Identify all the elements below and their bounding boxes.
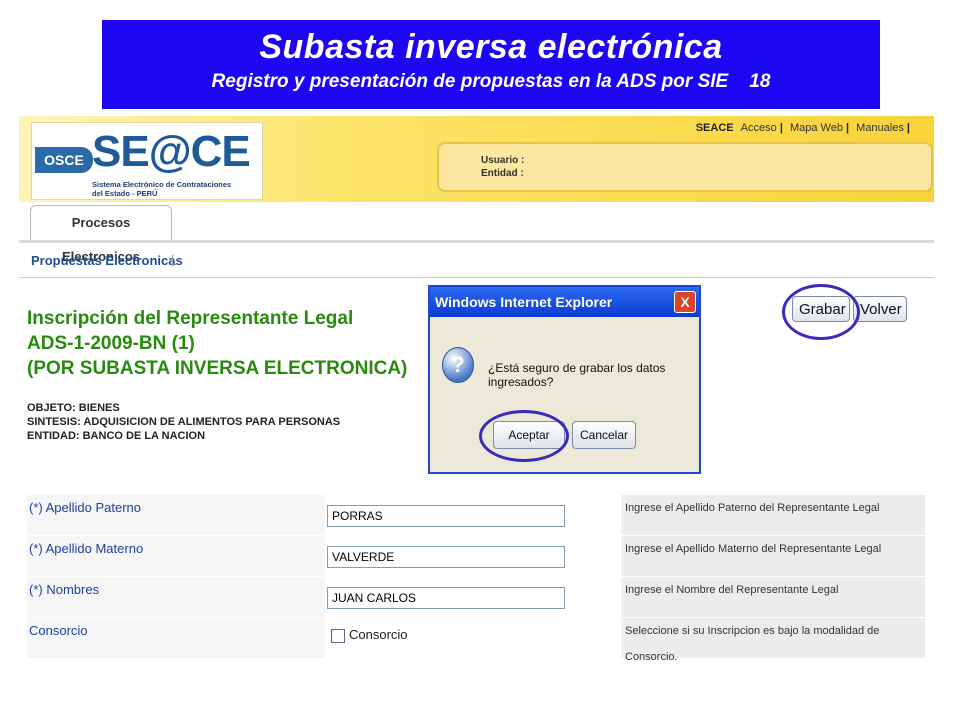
tab-procesos-electronicos[interactable]: Procesos Electronicos bbox=[30, 205, 172, 264]
logo-word: SE@CE bbox=[92, 127, 251, 176]
page-title: Inscripción del Representante Legal ADS-… bbox=[27, 306, 407, 381]
subnav-propuestas-electronicas[interactable]: Propuestas Electronicas bbox=[31, 253, 183, 268]
form-row: Consorcio Consorcio Seleccione si su Ins… bbox=[27, 617, 925, 663]
consorcio-checkbox[interactable] bbox=[331, 629, 345, 643]
apellido-materno-label: (*) Apellido Materno bbox=[27, 536, 325, 576]
nombres-label: (*) Nombres bbox=[27, 577, 325, 617]
process-meta: OBJETO: BIENES SINTESIS: ADQUISICION DE … bbox=[27, 401, 340, 443]
nombres-input[interactable] bbox=[327, 587, 565, 609]
apellido-paterno-help: Ingrese el Apellido Paterno del Represen… bbox=[625, 495, 925, 535]
seace-logo: OSCE SE@CE Sistema Electrónico de Contra… bbox=[31, 122, 263, 200]
consorcio-cell: Consorcio bbox=[325, 618, 621, 658]
user-info-box: Usuario : Entidad : bbox=[437, 142, 933, 192]
nombres-cell bbox=[325, 577, 621, 617]
slide-subtitle: Registro y presentación de propuestas en… bbox=[211, 71, 771, 92]
nombres-help: Ingrese el Nombre del Representante Lega… bbox=[625, 577, 925, 617]
sintesis-text: SINTESIS: ADQUISICION DE ALIMENTOS PARA … bbox=[27, 416, 341, 428]
consorcio-checkbox-label[interactable]: Consorcio bbox=[349, 627, 408, 642]
highlight-circle-grabar bbox=[782, 284, 860, 340]
logo-caption: Sistema Electrónico de Contrataciones de… bbox=[92, 180, 231, 198]
slide-header: Subasta inversa electrónica Registro y p… bbox=[102, 20, 880, 109]
entidad-text: ENTIDAD: BANCO DE LA NACION bbox=[27, 430, 206, 442]
logo-caption-line-2: del Estado - PERÚ bbox=[92, 189, 158, 198]
question-icon: ? bbox=[442, 347, 474, 383]
representante-form: (*) Apellido Paterno Ingrese el Apellido… bbox=[27, 494, 925, 663]
link-separator: | bbox=[906, 122, 910, 134]
apellido-materno-input[interactable] bbox=[327, 546, 565, 568]
apellido-materno-help: Ingrese el Apellido Materno del Represen… bbox=[625, 536, 925, 576]
volver-button[interactable]: Volver bbox=[853, 296, 907, 322]
consorcio-label: Consorcio bbox=[27, 618, 325, 658]
page-title-line-2: ADS-1-2009-BN (1) bbox=[27, 333, 195, 354]
dialog-message: ¿Está seguro de grabar los datos ingresa… bbox=[488, 361, 666, 389]
confirm-dialog: Windows Internet Explorer X ? ¿Está segu… bbox=[428, 285, 701, 474]
form-row: (*) Apellido Paterno Ingrese el Apellido… bbox=[27, 494, 925, 535]
link-separator: | bbox=[779, 122, 783, 134]
form-row: (*) Nombres Ingrese el Nombre del Repres… bbox=[27, 576, 925, 617]
osce-badge: OSCE bbox=[35, 147, 93, 173]
apellido-paterno-input[interactable] bbox=[327, 505, 565, 527]
browser-screenshot: OSCE SE@CE Sistema Electrónico de Contra… bbox=[19, 116, 934, 666]
slide-title: Subasta inversa electrónica bbox=[259, 28, 723, 66]
cancelar-button[interactable]: Cancelar bbox=[572, 421, 636, 449]
apellido-paterno-cell bbox=[325, 495, 621, 535]
usuario-label: Usuario : bbox=[481, 155, 525, 166]
objeto-text: OBJETO: BIENES bbox=[27, 402, 120, 414]
top-links: SEACE Acceso | Mapa Web | Manuales | bbox=[696, 122, 910, 134]
link-seace[interactable]: SEACE bbox=[696, 122, 734, 134]
dialog-titlebar: Windows Internet Explorer bbox=[430, 287, 699, 317]
apellido-paterno-label: (*) Apellido Paterno bbox=[27, 495, 325, 535]
page-title-line-1: Inscripción del Representante Legal bbox=[27, 308, 354, 329]
apellido-materno-cell bbox=[325, 536, 621, 576]
dialog-title: Windows Internet Explorer bbox=[435, 294, 613, 310]
page-title-line-3: (POR SUBASTA INVERSA ELECTRONICA) bbox=[27, 358, 408, 379]
consorcio-help: Seleccione si su Inscripcion es bajo la … bbox=[625, 618, 925, 663]
logo-caption-line-1: Sistema Electrónico de Contrataciones bbox=[92, 180, 232, 189]
highlight-circle-aceptar bbox=[479, 410, 569, 462]
form-row: (*) Apellido Materno Ingrese el Apellido… bbox=[27, 535, 925, 576]
link-acceso[interactable]: Acceso bbox=[741, 122, 777, 134]
link-separator: | bbox=[846, 122, 850, 134]
subnav-separator: | bbox=[171, 252, 175, 267]
link-mapa-web[interactable]: Mapa Web bbox=[790, 122, 843, 134]
tab-divider bbox=[19, 240, 934, 243]
tab-strip: Procesos Electronicos bbox=[19, 202, 934, 264]
link-manuales[interactable]: Manuales bbox=[856, 122, 904, 134]
subnav: Propuestas Electronicas | bbox=[19, 247, 934, 278]
close-icon[interactable]: X bbox=[674, 291, 696, 313]
site-header: OSCE SE@CE Sistema Electrónico de Contra… bbox=[19, 116, 934, 202]
entidad-label: Entidad : bbox=[481, 168, 524, 179]
